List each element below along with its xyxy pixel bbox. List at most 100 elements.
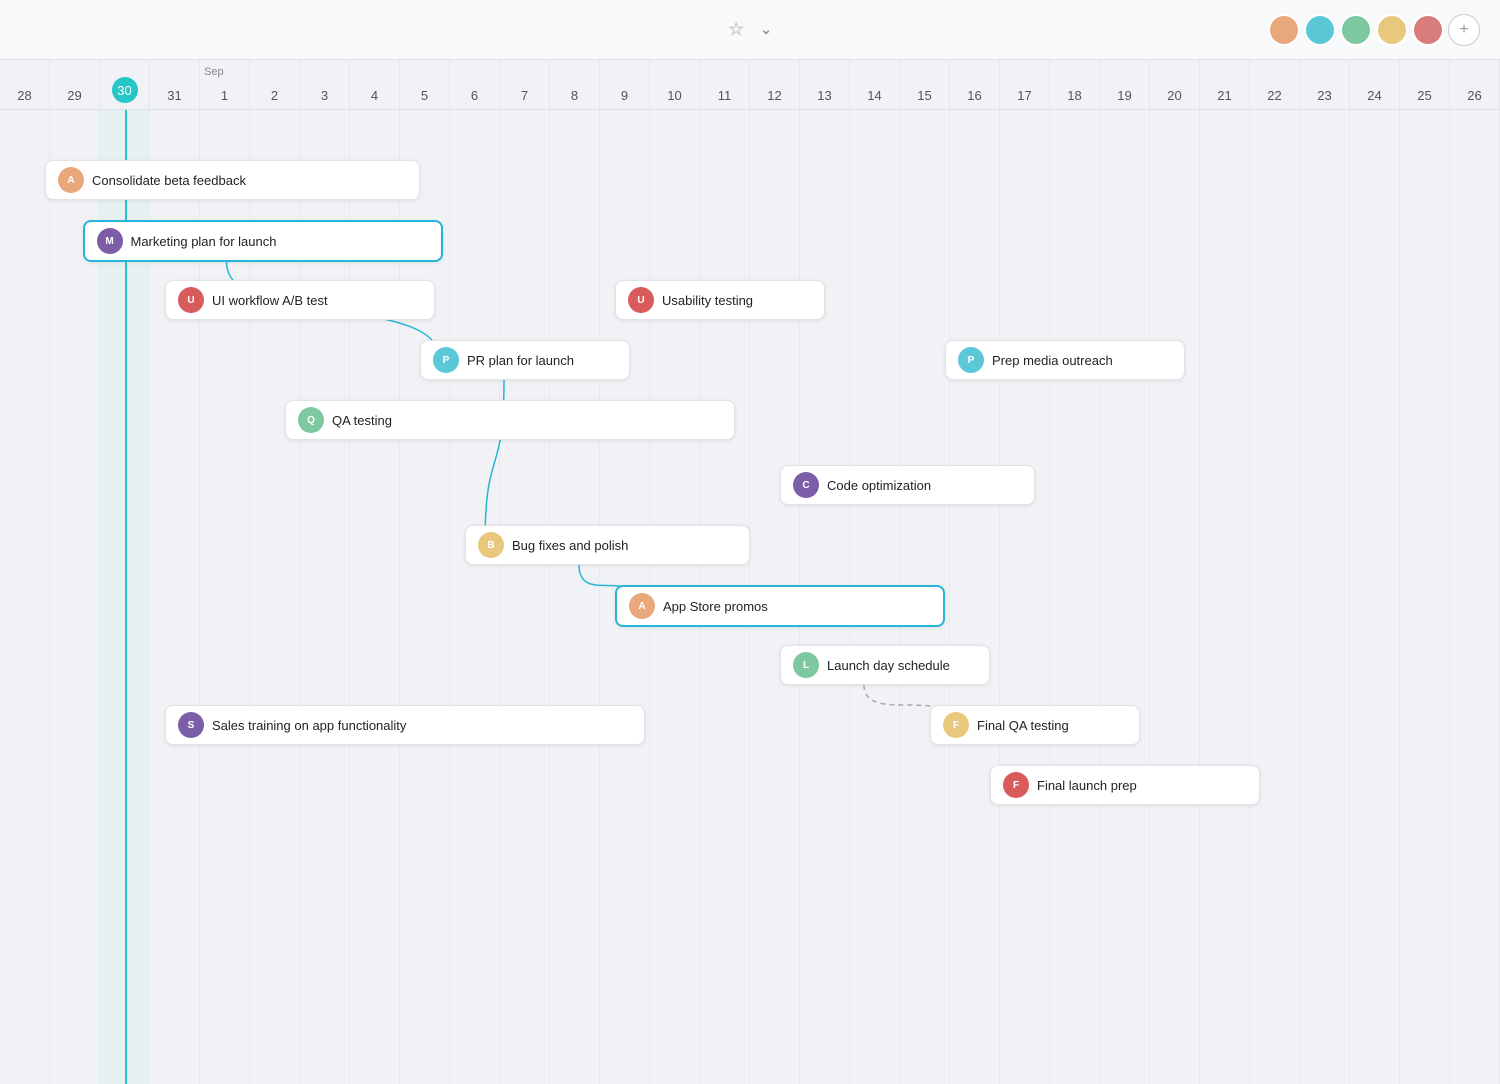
app-header: ☆ ⌄ + [0,0,1500,60]
task-card-t1[interactable]: A Consolidate beta feedback [45,160,420,200]
day-col-5: 5 [400,60,450,109]
task-avatar-t2: M [97,228,123,254]
day-col-25: 25 [1400,60,1450,109]
gantt-grid: A Consolidate beta feedback M Marketing pla… [0,110,1500,1084]
gantt-container: 28293031Sep12345678910111213141516171819… [0,60,1500,1084]
task-label-t4: Usability testing [662,293,753,308]
grid-col-29 [1450,110,1500,1084]
task-card-t3[interactable]: U UI workflow A/B test [165,280,435,320]
task-label-t9: Bug fixes and polish [512,538,628,553]
task-label-t6: QA testing [332,413,392,428]
task-card-t7[interactable]: P Prep media outreach [945,340,1185,380]
avatar-2[interactable] [1304,14,1336,46]
avatar-1[interactable] [1268,14,1300,46]
task-card-t9[interactable]: B Bug fixes and polish [465,525,750,565]
avatar-4[interactable] [1376,14,1408,46]
day-col-12: 12 [750,60,800,109]
day-col-4: 4 [350,60,400,109]
task-avatar-t11: L [793,652,819,678]
day-col-8: 8 [550,60,600,109]
day-col-28: 28 [0,60,50,109]
day-col-3: 3 [300,60,350,109]
day-col-31: 31 [150,60,200,109]
day-col-1: Sep1 [200,60,250,109]
task-avatar-t3: U [178,287,204,313]
task-card-t10[interactable]: A App Store promos [615,585,945,627]
task-label-t10: App Store promos [663,599,768,614]
day-col-6: 6 [450,60,500,109]
day-col-26: 26 [1450,60,1500,109]
task-avatar-t10: A [629,593,655,619]
day-col-13: 13 [800,60,850,109]
grid-col-0 [0,110,50,1084]
task-avatar-t13: F [943,712,969,738]
task-avatar-t14: F [1003,772,1029,798]
day-col-14: 14 [850,60,900,109]
task-label-t5: PR plan for launch [467,353,574,368]
task-card-t8[interactable]: C Code optimization [780,465,1035,505]
task-label-t8: Code optimization [827,478,931,493]
task-card-t14[interactable]: F Final launch prep [990,765,1260,805]
task-avatar-t9: B [478,532,504,558]
day-col-22: 22 [1250,60,1300,109]
task-card-t11[interactable]: L Launch day schedule [780,645,990,685]
chevron-down-icon[interactable]: ⌄ [760,21,772,38]
grid-col-19 [950,110,1000,1084]
task-card-t12[interactable]: S Sales training on app functionality [165,705,645,745]
day-col-17: 17 [1000,60,1050,109]
task-avatar-t12: S [178,712,204,738]
day-col-23: 23 [1300,60,1350,109]
day-col-19: 19 [1100,60,1150,109]
grid-col-21 [1050,110,1100,1084]
task-card-t6[interactable]: Q QA testing [285,400,735,440]
task-card-t13[interactable]: F Final QA testing [930,705,1140,745]
day-col-16: 16 [950,60,1000,109]
task-avatar-t5: P [433,347,459,373]
grid-col-25 [1250,110,1300,1084]
day-col-18: 18 [1050,60,1100,109]
task-card-t4[interactable]: U Usability testing [615,280,825,320]
task-card-t5[interactable]: P PR plan for launch [420,340,630,380]
task-label-t11: Launch day schedule [827,658,950,673]
task-label-t13: Final QA testing [977,718,1069,733]
grid-col-9 [450,110,500,1084]
avatar-5[interactable] [1412,14,1444,46]
day-col-2: 2 [250,60,300,109]
task-label-t12: Sales training on app functionality [212,718,406,733]
task-avatar-t1: A [58,167,84,193]
grid-col-27 [1350,110,1400,1084]
day-col-30: 30 [100,60,150,109]
task-label-t7: Prep media outreach [992,353,1113,368]
day-col-9: 9 [600,60,650,109]
grid-col-23 [1150,110,1200,1084]
day-col-11: 11 [700,60,750,109]
avatar-group: + [1268,14,1480,46]
grid-col-26 [1300,110,1350,1084]
day-col-7: 7 [500,60,550,109]
avatar-3[interactable] [1340,14,1372,46]
star-icon[interactable]: ☆ [728,19,744,40]
grid-col-10 [500,110,550,1084]
task-label-t3: UI workflow A/B test [212,293,328,308]
day-col-24: 24 [1350,60,1400,109]
grid-col-20 [1000,110,1050,1084]
day-col-21: 21 [1200,60,1250,109]
task-avatar-t6: Q [298,407,324,433]
task-label-t1: Consolidate beta feedback [92,173,246,188]
task-label-t2: Marketing plan for launch [131,234,277,249]
add-member-button[interactable]: + [1448,14,1480,46]
grid-col-22 [1100,110,1150,1084]
task-card-t2[interactable]: M Marketing plan for launch [83,220,443,262]
task-avatar-t7: P [958,347,984,373]
day-col-20: 20 [1150,60,1200,109]
day-col-29: 29 [50,60,100,109]
day-col-15: 15 [900,60,950,109]
grid-col-11 [550,110,600,1084]
header-title-group: ☆ ⌄ [728,19,772,40]
task-label-t14: Final launch prep [1037,778,1137,793]
grid-col-24 [1200,110,1250,1084]
calendar-header: 28293031Sep12345678910111213141516171819… [0,60,1500,110]
task-avatar-t8: C [793,472,819,498]
grid-col-28 [1400,110,1450,1084]
task-avatar-t4: U [628,287,654,313]
